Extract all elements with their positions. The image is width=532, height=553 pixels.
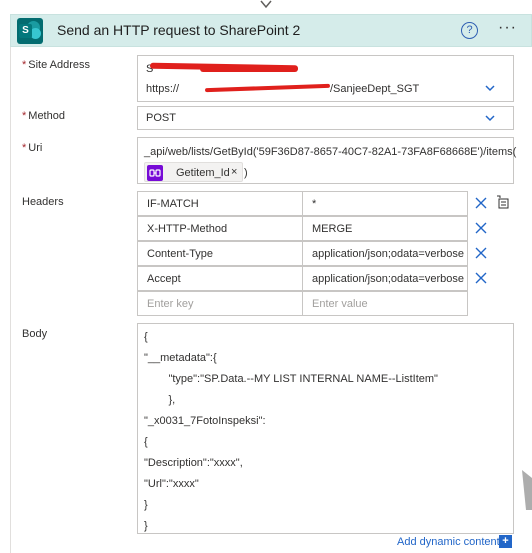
token-label: Getitem_Id — [176, 167, 230, 179]
site-address-line2-end: /SanjeeDept_SGT — [330, 83, 420, 95]
method-value: POST — [146, 112, 176, 124]
partial-edge-graphic — [522, 470, 532, 510]
help-icon[interactable]: ? — [461, 22, 478, 39]
headers-label: Headers — [22, 196, 64, 208]
uri-value-suffix: ) — [244, 167, 248, 179]
method-dropdown[interactable]: POST — [137, 106, 514, 130]
chevron-down-icon[interactable] — [485, 85, 495, 92]
switch-to-text-mode-icon[interactable] — [496, 195, 510, 209]
delete-row-icon[interactable] — [474, 271, 488, 285]
body-textarea[interactable]: { "__metadata":{ "type":"SP.Data.--MY LI… — [137, 323, 514, 534]
dynamic-token-getitem-id[interactable]: Getitem_Id × — [144, 162, 243, 182]
delete-row-icon[interactable] — [474, 196, 488, 210]
action-card-header[interactable]: S Send an HTTP request to SharePoint 2 ?… — [10, 14, 532, 47]
body-line: "_x0031_7FotoInspeksi": — [144, 415, 266, 427]
uri-value-prefix: _api/web/lists/GetById('59F36D87-8657-40… — [144, 146, 517, 158]
site-address-label: * Site Address — [22, 59, 91, 71]
header-value-input[interactable]: application/json;odata=verbose — [302, 266, 468, 291]
header-value-input[interactable]: application/json;odata=verbose — [302, 241, 468, 266]
body-line: { — [144, 436, 148, 448]
dataverse-token-icon — [147, 165, 163, 181]
body-line: { — [144, 331, 148, 343]
delete-row-icon[interactable] — [474, 246, 488, 260]
header-value-input[interactable]: Enter value — [302, 291, 468, 316]
body-label: Body — [22, 328, 48, 340]
header-key-input[interactable]: Content-Type — [137, 241, 303, 266]
redaction-mark — [200, 66, 298, 72]
header-key-input[interactable]: X-HTTP-Method — [137, 216, 303, 241]
add-dynamic-content-link[interactable]: Add dynamic content — [397, 536, 500, 548]
body-line: } — [144, 499, 148, 511]
body-line: "Description":"xxxx", — [144, 457, 243, 469]
action-title[interactable]: Send an HTTP request to SharePoint 2 — [57, 22, 300, 38]
chevron-down-icon[interactable] — [485, 115, 495, 122]
connector-arrow-icon — [260, 0, 272, 9]
header-key-input[interactable]: Accept — [137, 266, 303, 291]
site-address-combobox[interactable]: S https:// /SanjeeDept_SGT — [137, 55, 514, 102]
body-line: "type":"SP.Data.--MY LIST INTERNAL NAME-… — [144, 373, 438, 385]
more-options-icon[interactable]: ··· — [498, 19, 517, 37]
header-value-input[interactable]: MERGE — [302, 216, 468, 241]
method-label: * Method — [22, 110, 65, 122]
uri-label: * Uri — [22, 142, 43, 154]
body-line: "Url":"xxxx" — [144, 478, 199, 490]
header-key-input[interactable]: Enter key — [137, 291, 303, 316]
header-value-input[interactable]: * — [302, 191, 468, 216]
delete-row-icon[interactable] — [474, 221, 488, 235]
site-address-line2-start: https:// — [146, 83, 180, 95]
remove-token-icon[interactable]: × — [231, 166, 237, 178]
body-line: } — [144, 520, 148, 532]
add-dynamic-content-plus-icon[interactable]: + — [499, 535, 512, 548]
body-line: "__metadata":{ — [144, 352, 217, 364]
sharepoint-logo-icon: S — [17, 18, 43, 44]
header-key-input[interactable]: IF-MATCH — [137, 191, 303, 216]
body-line: }, — [144, 394, 176, 406]
